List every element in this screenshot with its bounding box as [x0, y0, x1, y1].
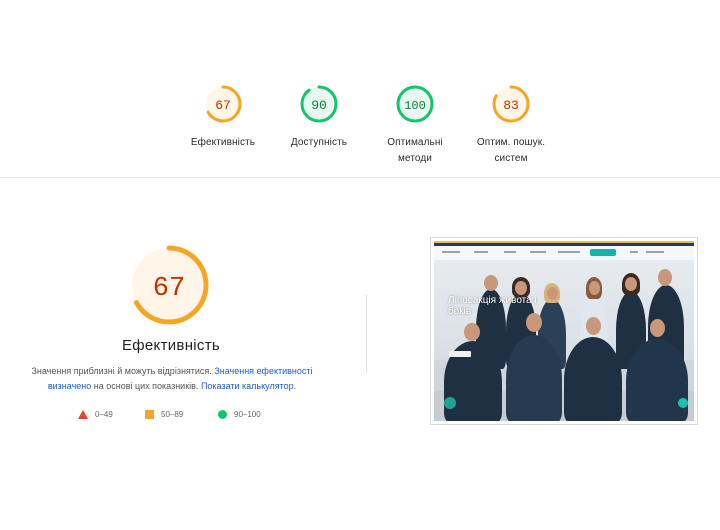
performance-note: Значення приблизні й можуть відрізнятися… [26, 364, 318, 394]
calculator-link[interactable]: Показати калькулятор. [201, 381, 296, 391]
performance-score-gauge: 67 [129, 245, 209, 325]
note-text: Значення приблизні й можуть відрізнятися… [31, 366, 215, 376]
screenshot-image: Ліпосакція живота і боків [434, 241, 694, 421]
square-icon [145, 410, 154, 419]
hero-heading: Ліпосакція живота і боків [448, 295, 537, 317]
score-ring: 67 [204, 85, 242, 123]
svg-text:83: 83 [503, 98, 519, 113]
chat-icon [444, 397, 456, 409]
legend-average: 50–89 [145, 410, 183, 419]
performance-score-value: 67 [153, 274, 185, 304]
hero-button [449, 351, 471, 357]
legend-range: 90–100 [234, 410, 261, 419]
gauge-label: Доступність [290, 137, 348, 148]
gauge-label-line2: систем [494, 153, 528, 164]
score-summary: 67 Ефективність 90 Доступність 100 Оптим… [0, 0, 720, 178]
score-ring: 100 [396, 85, 434, 123]
circle-icon [218, 410, 227, 419]
score-ring: 83 [492, 85, 530, 123]
gauge-seo[interactable]: 83 Оптим. пошук. систем [466, 84, 556, 167]
legend-fail: 0–49 [78, 410, 113, 419]
gauge-label-line2: методи [398, 153, 432, 164]
scroll-up-icon [678, 398, 688, 408]
gauge-performance[interactable]: 67 Ефективність [178, 84, 268, 151]
svg-text:100: 100 [404, 99, 426, 113]
gauge-label: Оптим. пошук. [476, 137, 546, 148]
triangle-icon [78, 410, 88, 419]
score-legend: 0–49 50–89 90–100 [78, 410, 278, 424]
note-text-middle: на основі цих показників. [91, 381, 201, 391]
svg-text:90: 90 [311, 98, 327, 113]
gauge-label: Ефективність [190, 137, 256, 148]
svg-text:67: 67 [215, 98, 231, 113]
final-screenshot[interactable]: Ліпосакція живота і боків [430, 237, 698, 425]
legend-range: 0–49 [95, 410, 113, 419]
gauge-label: Оптимальні [387, 137, 443, 148]
metric-title: Ефективність [121, 337, 221, 354]
gauge-best-practices[interactable]: 100 Оптимальні методи [370, 84, 460, 167]
site-nav [434, 246, 694, 260]
score-ring: 90 [300, 85, 338, 123]
gauge-accessibility[interactable]: 90 Доступність [274, 84, 364, 151]
divider [366, 295, 367, 373]
legend-range: 50–89 [161, 410, 184, 419]
legend-pass: 90–100 [218, 410, 261, 419]
